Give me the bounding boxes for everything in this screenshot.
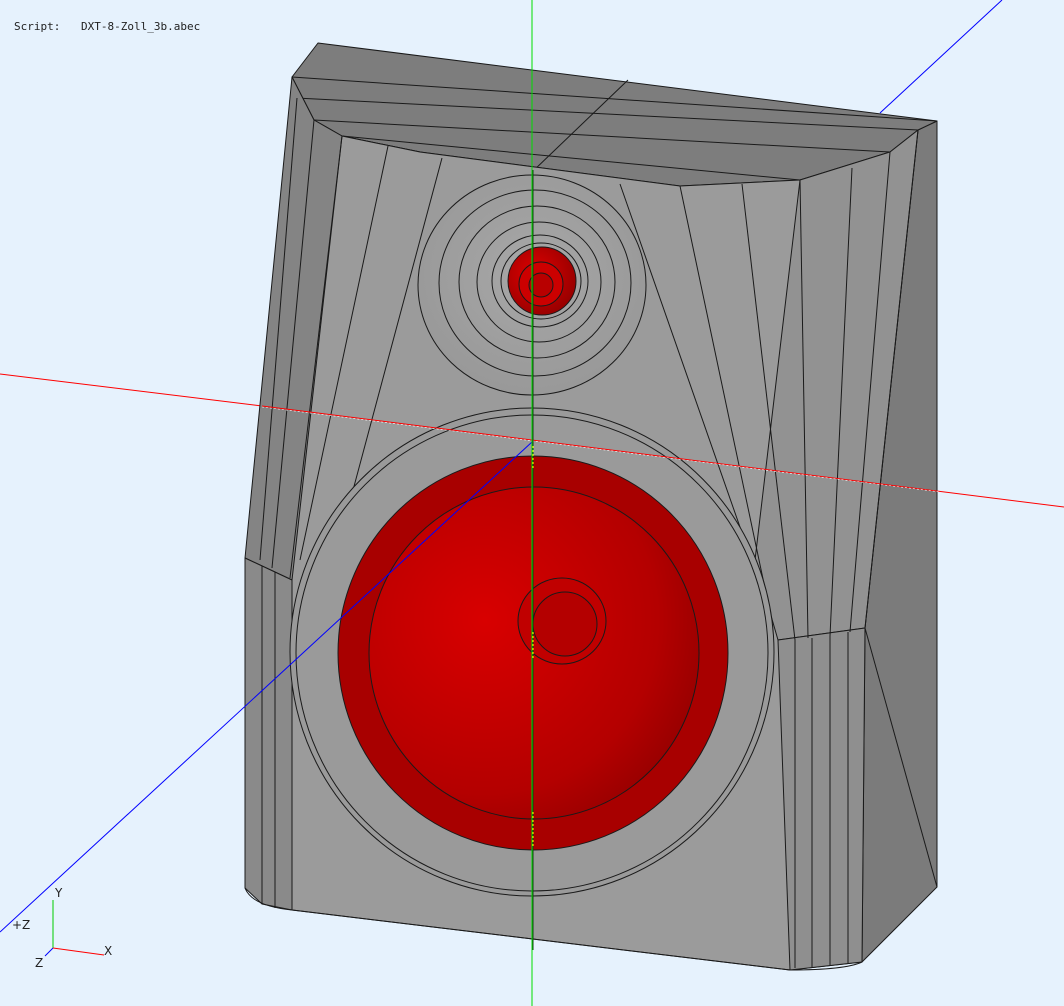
z-axis-line-upper — [879, 0, 1003, 114]
triad-y-label: Y — [54, 886, 63, 900]
triad-x-axis — [52, 947, 105, 956]
model-scene[interactable]: Y +Z Z X — [0, 0, 1064, 1006]
cabinet-right-lower — [777, 627, 866, 971]
woofer-dustcap-inner — [532, 591, 598, 657]
triad-z-plus-label: +Z — [12, 918, 30, 932]
x-axis-line-left — [0, 373, 263, 407]
triad-z-axis — [44, 947, 54, 957]
speaker-cabinet[interactable] — [244, 42, 938, 971]
cabinet-left-lower — [244, 557, 293, 911]
tweeter-driver[interactable] — [507, 246, 577, 316]
triad-z-label: Z — [35, 956, 43, 970]
3d-viewport[interactable]: Y +Z Z X Script: DXT-8-Zoll_3b.abec — [0, 0, 1064, 1006]
triad-x-label: X — [104, 944, 112, 958]
script-filename: DXT-8-Zoll_3b.abec — [81, 20, 201, 33]
orientation-triad: Y +Z Z X — [12, 886, 112, 970]
script-label: Script: — [14, 20, 61, 33]
